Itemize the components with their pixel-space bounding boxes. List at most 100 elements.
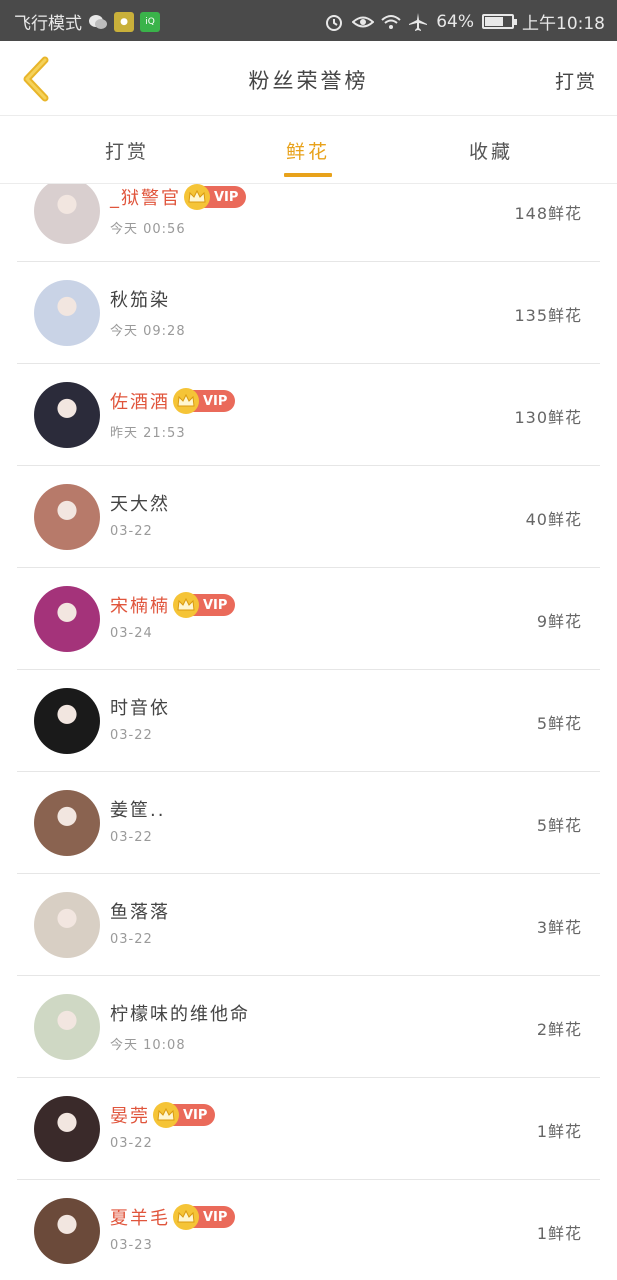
- vip-label: VIP: [203, 393, 228, 409]
- list-item[interactable]: 佐酒酒 VIP 昨天 21:53 130鲜花: [17, 364, 600, 466]
- eye-icon: [351, 12, 375, 32]
- flower-count: 5鲜花: [536, 714, 582, 733]
- name-line: 天大然: [110, 490, 170, 516]
- name-line: 宋楠楠 VIP: [110, 592, 236, 618]
- gift-time: 03-22: [110, 830, 153, 845]
- vip-label: VIP: [203, 1209, 228, 1225]
- fan-ranking-list[interactable]: _狱警官 VIP 今天 00:56 148鲜花秋笳染今天 09:28 135鲜花佐酒酒 V…: [0, 184, 617, 1280]
- flower-count: 1鲜花: [536, 1224, 582, 1243]
- gift-time: 03-22: [110, 1136, 153, 1151]
- user-name[interactable]: 晏莞: [110, 1102, 150, 1128]
- flower-count: 1鲜花: [536, 1122, 582, 1141]
- iqiyi-icon: iQ: [140, 11, 160, 32]
- name-line: _狱警官 VIP: [110, 184, 247, 210]
- user-name[interactable]: 佐酒酒: [110, 388, 170, 414]
- gift-time: 今天 09:28: [110, 324, 186, 339]
- airplane-mode-label: 飞行模式: [14, 14, 82, 34]
- user-name[interactable]: 宋楠楠: [110, 592, 170, 618]
- clock: 上午10:18: [522, 14, 605, 34]
- list-item[interactable]: 秋笳染今天 09:28 135鲜花: [17, 262, 600, 364]
- crown-icon: [173, 388, 199, 414]
- avatar[interactable]: [34, 586, 100, 652]
- list-item[interactable]: 天大然 03-22 40鲜花: [17, 466, 600, 568]
- list-item[interactable]: 夏羊毛 VIP 03-23 1鲜花: [17, 1180, 600, 1280]
- user-name[interactable]: _狱警官: [110, 184, 181, 210]
- active-tab-indicator: [284, 173, 332, 177]
- gift-time: 03-24: [110, 626, 153, 641]
- gift-time: 03-23: [110, 1238, 153, 1253]
- avatar[interactable]: [34, 994, 100, 1060]
- vip-label: VIP: [214, 189, 239, 205]
- wechat-icon: [88, 12, 108, 32]
- name-line: 姜筐..: [110, 796, 165, 822]
- user-name[interactable]: 鱼落落: [110, 898, 170, 924]
- name-line: 夏羊毛 VIP: [110, 1204, 236, 1230]
- flower-count: 148鲜花: [514, 204, 582, 223]
- tab-bar: 打赏 鲜花 收藏: [0, 117, 617, 184]
- battery-icon: [482, 14, 517, 29]
- crown-icon: [173, 1204, 199, 1230]
- flower-count: 2鲜花: [536, 1020, 582, 1039]
- crown-icon: [173, 592, 199, 618]
- name-line: 晏莞 VIP: [110, 1102, 216, 1128]
- gift-time: 昨天 21:53: [110, 426, 186, 441]
- list-item[interactable]: 柠檬味的维他命今天 10:08 2鲜花: [17, 976, 600, 1078]
- avatar[interactable]: [34, 184, 100, 244]
- avatar[interactable]: [34, 280, 100, 346]
- flower-count: 40鲜花: [525, 510, 582, 529]
- reward-button[interactable]: 打赏: [555, 67, 597, 94]
- airplane-icon: [408, 12, 428, 32]
- tab-favorites[interactable]: 收藏: [431, 137, 551, 164]
- flower-count: 135鲜花: [514, 306, 582, 325]
- crown-icon: [153, 1102, 179, 1128]
- name-line: 鱼落落: [110, 898, 170, 924]
- list-item[interactable]: 时音依 03-22 5鲜花: [17, 670, 600, 772]
- header-bar: 粉丝荣誉榜 打赏: [0, 41, 617, 116]
- avatar[interactable]: [34, 790, 100, 856]
- list-item[interactable]: 宋楠楠 VIP 03-24 9鲜花: [17, 568, 600, 670]
- vip-badge: VIP: [173, 1204, 236, 1230]
- avatar[interactable]: [34, 688, 100, 754]
- wifi-icon: [380, 12, 401, 32]
- avatar[interactable]: [34, 1096, 100, 1162]
- crown-icon: [184, 184, 210, 210]
- vip-badge: VIP: [153, 1102, 216, 1128]
- user-name[interactable]: 时音依: [110, 694, 170, 720]
- page-title: 粉丝荣誉榜: [248, 69, 369, 93]
- user-name[interactable]: 秋笳染: [110, 286, 170, 312]
- avatar[interactable]: [34, 382, 100, 448]
- vip-badge: VIP: [184, 184, 247, 210]
- app-notification-icon: ●: [114, 11, 134, 32]
- avatar[interactable]: [34, 484, 100, 550]
- vip-label: VIP: [203, 597, 228, 613]
- user-name[interactable]: 夏羊毛: [110, 1204, 170, 1230]
- gift-time: 今天 00:56: [110, 222, 186, 237]
- alarm-icon: [324, 12, 344, 32]
- flower-count: 130鲜花: [514, 408, 582, 427]
- user-name[interactable]: 柠檬味的维他命: [110, 1000, 250, 1026]
- list-item[interactable]: 晏莞 VIP 03-22 1鲜花: [17, 1078, 600, 1180]
- name-line: 秋笳染: [110, 286, 170, 312]
- name-line: 佐酒酒 VIP: [110, 388, 236, 414]
- user-name[interactable]: 天大然: [110, 490, 170, 516]
- list-item[interactable]: 姜筐.. 03-22 5鲜花: [17, 772, 600, 874]
- vip-badge: VIP: [173, 388, 236, 414]
- battery-percent: 64%: [436, 11, 474, 32]
- avatar[interactable]: [34, 892, 100, 958]
- status-bar: 飞行模式 ● iQ 64% 上午10:18: [0, 0, 617, 41]
- flower-count: 3鲜花: [536, 918, 582, 937]
- gift-time: 03-22: [110, 728, 153, 743]
- vip-badge: VIP: [173, 592, 236, 618]
- gift-time: 03-22: [110, 932, 153, 947]
- tab-reward[interactable]: 打赏: [67, 137, 187, 164]
- gift-time: 今天 10:08: [110, 1038, 186, 1053]
- list-item[interactable]: 鱼落落 03-22 3鲜花: [17, 874, 600, 976]
- user-name[interactable]: 姜筐..: [110, 796, 165, 822]
- flower-count: 5鲜花: [536, 816, 582, 835]
- avatar[interactable]: [34, 1198, 100, 1264]
- name-line: 时音依: [110, 694, 170, 720]
- list-item[interactable]: _狱警官 VIP 今天 00:56 148鲜花: [17, 184, 600, 262]
- vip-label: VIP: [183, 1107, 208, 1123]
- tab-flowers[interactable]: 鲜花: [248, 137, 368, 164]
- name-line: 柠檬味的维他命: [110, 1000, 250, 1026]
